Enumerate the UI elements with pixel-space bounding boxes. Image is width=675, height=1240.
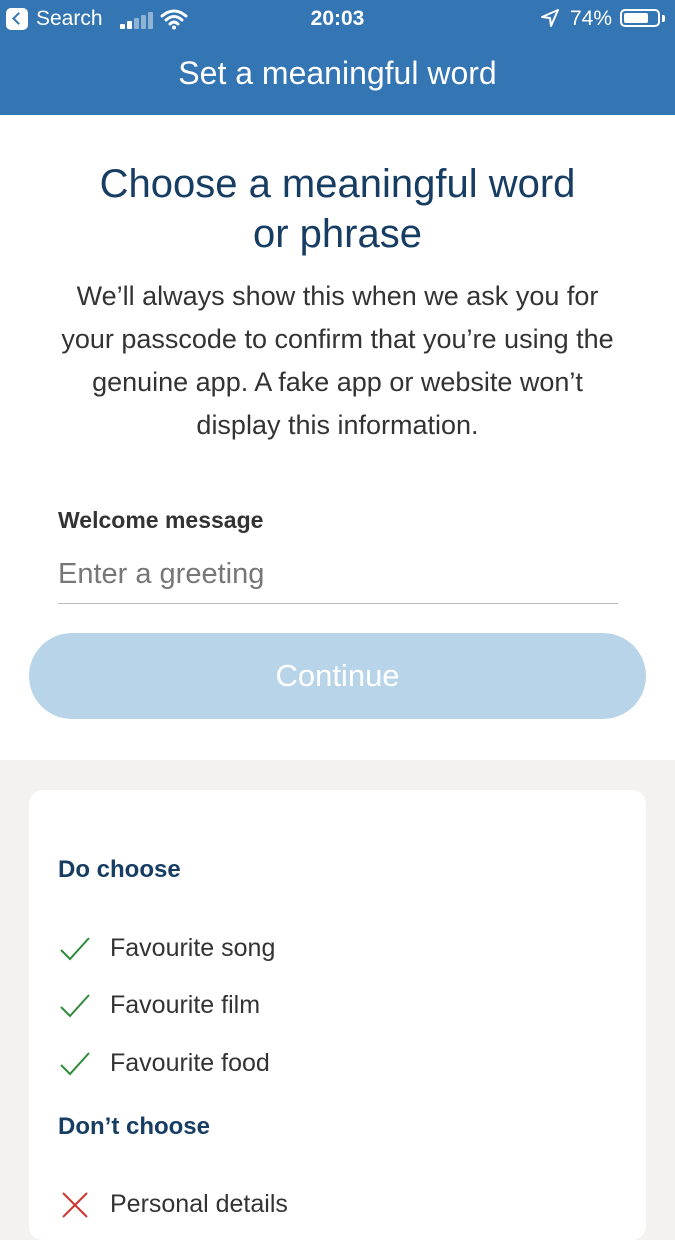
continue-button[interactable]: Continue — [29, 633, 646, 719]
nav-title: Set a meaningful word — [178, 55, 497, 91]
check-icon — [58, 1049, 92, 1079]
do-choose-heading: Do choose — [58, 856, 181, 883]
location-arrow-icon — [540, 8, 560, 34]
tips-card: Do choose Favourite song Favourite film … — [29, 790, 646, 1240]
check-icon — [58, 934, 92, 964]
list-item-label: Favourite film — [110, 991, 261, 1019]
battery-icon — [620, 9, 660, 27]
cross-icon — [58, 1190, 92, 1220]
page-heading: Choose a meaningful word or phrase — [99, 162, 576, 256]
list-item-label: Favourite food — [110, 1049, 270, 1077]
battery-percentage: 74% — [570, 7, 613, 30]
list-item-label: Personal details — [110, 1190, 288, 1218]
main-content: Choose a meaningful word or phrase We’ll… — [0, 115, 675, 760]
welcome-message-input[interactable] — [58, 545, 618, 604]
welcome-message-label: Welcome message — [58, 507, 264, 533]
dont-choose-heading: Don’t choose — [58, 1113, 211, 1140]
check-icon — [58, 991, 92, 1021]
description-text: We’ll always show this when we ask you f… — [61, 281, 614, 440]
status-bar: Search 20:03 74% — [0, 0, 675, 38]
list-item-label: Favourite song — [110, 934, 276, 962]
header: Search 20:03 74% Set a meaningful word — [0, 0, 675, 115]
battery-cap — [662, 15, 665, 22]
